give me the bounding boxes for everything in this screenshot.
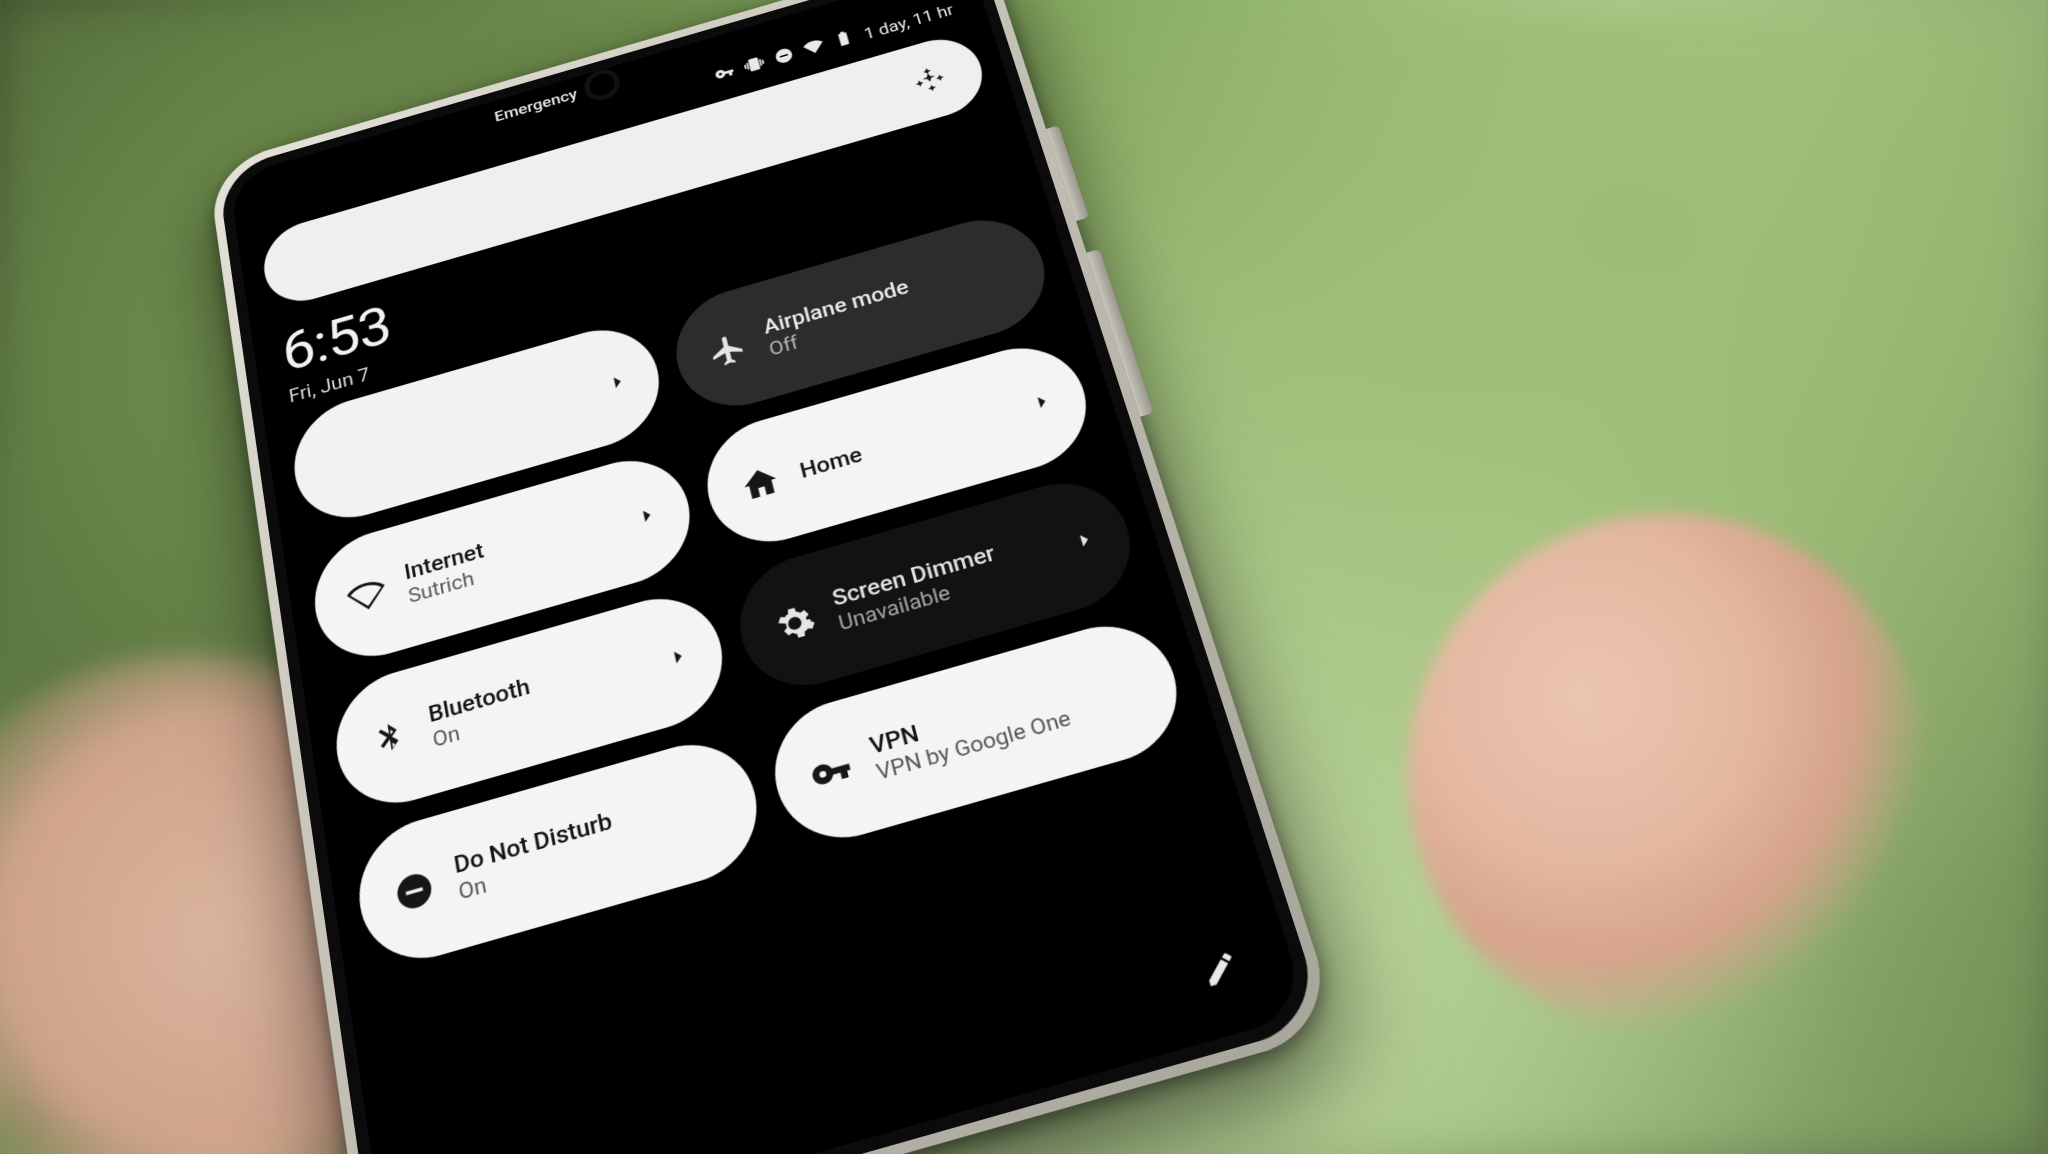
gear-icon xyxy=(771,600,819,647)
tile-title: Do Not Disturb xyxy=(452,806,615,880)
chevron-right-icon xyxy=(633,501,663,530)
wifi-status-icon xyxy=(802,36,827,61)
tile-dnd[interactable]: Do Not Disturb On xyxy=(350,728,770,975)
bluetooth-icon xyxy=(368,716,413,764)
dnd-icon xyxy=(391,866,437,916)
chevron-right-icon xyxy=(1069,525,1102,555)
chevron-right-icon xyxy=(1027,387,1059,416)
screen: Emergency 1 day, 11 hr xyxy=(229,0,1310,1154)
airplane-icon xyxy=(705,329,750,372)
tile-vpn[interactable]: VPN VPN by Google One xyxy=(762,610,1195,855)
tile-subtitle: VPN by Google One xyxy=(874,706,1074,788)
vibrate-icon xyxy=(743,54,767,79)
tile-title: Bluetooth xyxy=(426,673,532,729)
tile-subtitle: On xyxy=(431,700,537,754)
chevron-right-icon xyxy=(663,641,694,672)
vpn-key-icon xyxy=(713,62,737,87)
dnd-status-icon xyxy=(772,45,797,70)
vpn-icon xyxy=(807,747,857,797)
home-icon xyxy=(737,460,783,505)
brightness-icon xyxy=(910,62,949,99)
tile-title: Home xyxy=(797,441,865,484)
tile-subtitle: Unavailable xyxy=(836,566,1005,637)
wifi-icon xyxy=(345,574,388,620)
battery-icon xyxy=(832,28,857,53)
pencil-icon xyxy=(1197,946,1246,996)
phone: Emergency 1 day, 11 hr xyxy=(207,0,1340,1154)
edit-tiles-button[interactable] xyxy=(1191,941,1252,1001)
chevron-right-icon xyxy=(603,368,632,396)
tile-title: VPN xyxy=(867,678,1067,761)
tile-subtitle: On xyxy=(457,835,620,907)
tile-title: Screen Dimmer xyxy=(829,539,998,612)
